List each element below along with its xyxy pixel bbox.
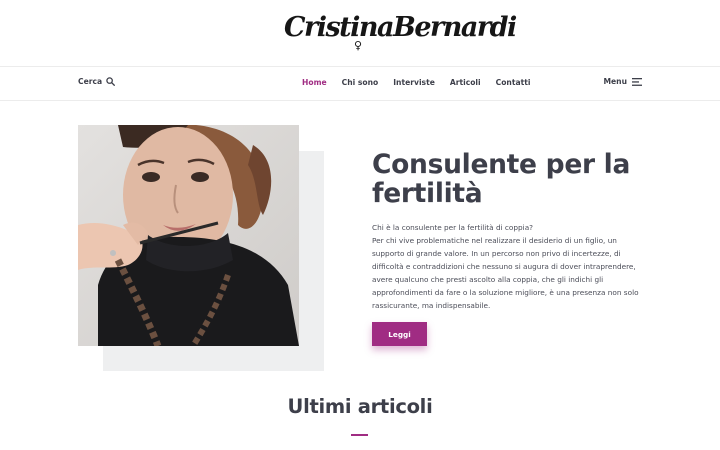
menu-button[interactable]: Menu <box>603 77 642 86</box>
hero-title: Consulente per la fertilità <box>372 149 631 209</box>
read-more-button[interactable]: Leggi <box>372 322 427 346</box>
main-navigation: Cerca Home Chi sono Interviste Articoli … <box>0 66 720 101</box>
venus-symbol-icon: ♀ <box>354 39 363 52</box>
search-label: Cerca <box>78 77 103 86</box>
title-underline <box>351 434 368 436</box>
hero-question: Chi è la consulente per la fertilità di … <box>372 223 534 232</box>
site-header: CristinaBernardi ♀ <box>0 0 720 66</box>
latest-articles-title: Ultimi articoli <box>287 395 433 418</box>
portrait-photo <box>78 125 299 346</box>
nav-link-articoli[interactable]: Articoli <box>450 78 481 87</box>
site-logo[interactable]: CristinaBernardi ♀ <box>284 12 517 52</box>
hero-description: Chi è la consulente per la fertilità di … <box>372 221 647 312</box>
nav-link-chi-sono[interactable]: Chi sono <box>342 78 379 87</box>
nav-link-interviste[interactable]: Interviste <box>393 78 435 87</box>
nav-links: Home Chi sono Interviste Articoli Contat… <box>302 78 530 87</box>
logo-text: CristinaBernardi <box>284 12 517 43</box>
search-button[interactable]: Cerca <box>78 77 116 86</box>
hero-body: Per chi vive problematiche nel realizzar… <box>372 236 639 310</box>
nav-link-home[interactable]: Home <box>302 78 327 87</box>
search-icon <box>106 77 116 86</box>
menu-label: Menu <box>603 77 627 86</box>
hamburger-icon <box>632 77 642 86</box>
nav-link-contatti[interactable]: Contatti <box>496 78 531 87</box>
